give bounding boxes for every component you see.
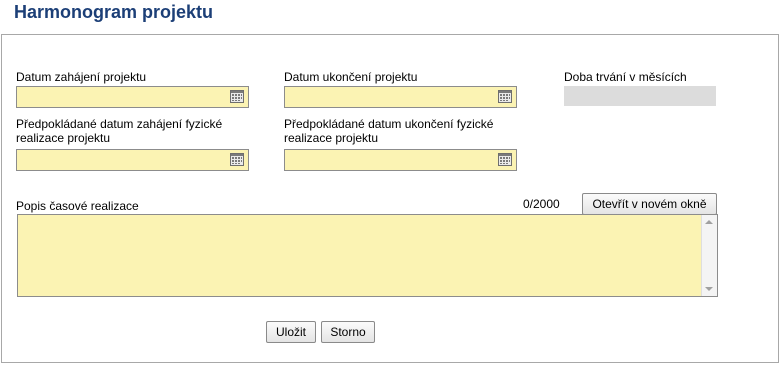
description-field[interactable]: [17, 214, 718, 297]
start-date-input[interactable]: [17, 87, 222, 107]
start-date-field[interactable]: [16, 86, 249, 108]
page-title: Harmonogram projektu: [14, 2, 214, 22]
physical-start-label-line1: Předpokládané datum zahájení fyzické: [16, 117, 223, 131]
calendar-icon[interactable]: [498, 153, 512, 166]
physical-end-label-line2: realizace projektu: [284, 131, 379, 145]
physical-end-label: Předpokládané datum ukončení fyzické rea…: [284, 117, 493, 145]
physical-end-date-input[interactable]: [285, 150, 490, 170]
physical-start-date-field[interactable]: [16, 149, 249, 171]
description-label: Popis časové realizace: [16, 199, 139, 213]
start-date-label: Datum zahájení projektu: [16, 70, 147, 84]
end-date-field[interactable]: [284, 86, 517, 108]
save-button[interactable]: Uložit: [266, 321, 316, 343]
character-counter: 0/2000: [523, 197, 560, 211]
end-date-label: Datum ukončení projektu: [284, 70, 418, 84]
scroll-down-icon[interactable]: [705, 287, 713, 291]
duration-label: Doba trvání v měsících: [564, 70, 687, 84]
description-scrollbar[interactable]: [701, 215, 717, 296]
calendar-icon[interactable]: [230, 90, 244, 103]
physical-end-label-line1: Předpokládané datum ukončení fyzické: [284, 117, 494, 131]
duration-value: [564, 86, 716, 106]
physical-end-date-field[interactable]: [284, 149, 517, 171]
physical-start-label-line2: realizace projektu: [16, 131, 111, 145]
project-schedule-panel: Datum zahájení projektu Datum ukončení p…: [1, 34, 779, 363]
description-textarea[interactable]: [18, 215, 702, 296]
calendar-icon[interactable]: [230, 153, 244, 166]
scroll-up-icon[interactable]: [705, 220, 713, 224]
cancel-button[interactable]: Storno: [321, 321, 375, 343]
physical-start-label: Předpokládané datum zahájení fyzické rea…: [16, 117, 222, 145]
end-date-input[interactable]: [285, 87, 490, 107]
calendar-icon[interactable]: [498, 90, 512, 103]
physical-start-date-input[interactable]: [17, 150, 222, 170]
open-in-new-window-button[interactable]: Otevřít v novém okně: [582, 193, 717, 215]
